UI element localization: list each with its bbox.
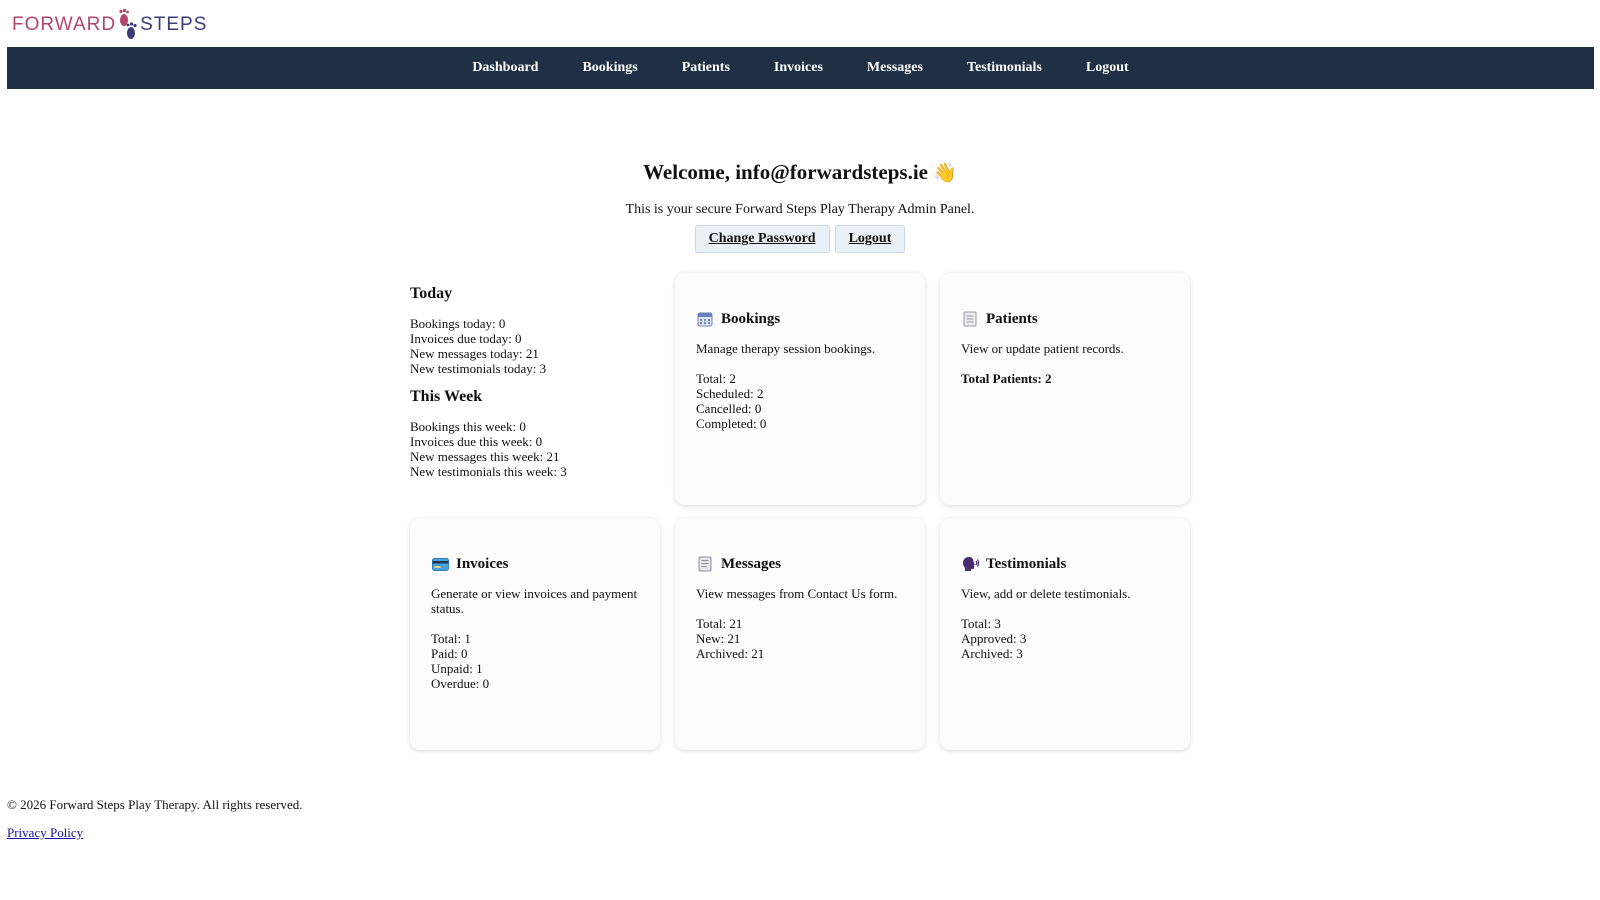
- stat-line: Invoices due today: 0: [410, 331, 522, 346]
- stat-line: Bookings today: 0: [410, 316, 506, 331]
- nav-invoices[interactable]: Invoices: [774, 60, 823, 76]
- footer-copyright: © 2026 Forward Steps Play Therapy. All r…: [7, 797, 303, 812]
- card-stat: Overdue: 0: [431, 676, 490, 691]
- nav-dashboard[interactable]: Dashboard: [472, 60, 538, 76]
- bookings-card-title: Bookings: [721, 310, 781, 327]
- today-heading: Today: [410, 285, 453, 302]
- stat-line: New messages today: 21: [410, 346, 539, 361]
- nav-patients[interactable]: Patients: [682, 60, 730, 76]
- brand-word-forward: FORWARD: [12, 14, 117, 35]
- nav-testimonials[interactable]: Testimonials: [967, 60, 1042, 76]
- card-stat: Unpaid: 1: [431, 661, 483, 676]
- testimonials-card-title: Testimonials: [986, 555, 1067, 572]
- speaking-head-icon: [961, 556, 979, 572]
- testimonials-card[interactable]: Testimonials View, add or delete testimo…: [940, 518, 1190, 750]
- stat-line: New messages this week: 21: [410, 449, 560, 464]
- patients-card-title: Patients: [986, 310, 1038, 327]
- card-stat: New: 21: [696, 631, 741, 646]
- week-stats: Bookings this week: 0 Invoices due this …: [410, 419, 655, 479]
- card-stat: Total: 2: [696, 371, 736, 386]
- invoices-card[interactable]: Invoices Generate or view invoices and p…: [410, 518, 660, 750]
- card-description: View, add or delete testimonials.: [961, 586, 1131, 601]
- week-heading: This Week: [410, 388, 483, 405]
- invoices-card-title: Invoices: [456, 555, 509, 572]
- card-stat: Completed: 0: [696, 416, 767, 431]
- account-actions: Change Password Logout: [0, 225, 1600, 253]
- card-stat: Archived: 3: [961, 646, 1023, 661]
- brand-logo[interactable]: FORWARD STEPS: [12, 8, 207, 42]
- stat-line: New testimonials this week: 3: [410, 464, 567, 479]
- total-patients: Total Patients: 2: [961, 371, 1052, 386]
- stat-line: Bookings this week: 0: [410, 419, 526, 434]
- privacy-policy-link[interactable]: Privacy Policy: [7, 825, 83, 841]
- card-title: Messages: [696, 556, 905, 572]
- bookings-card[interactable]: Bookings Manage therapy session bookings…: [675, 273, 925, 505]
- calendar-icon: [696, 311, 714, 327]
- welcome-heading: Welcome, info@forwardsteps.ie 👋: [0, 160, 1600, 185]
- card-title: Bookings: [696, 311, 905, 327]
- card-description: View messages from Contact Us form.: [696, 586, 898, 601]
- card-stat: Total: 3: [961, 616, 1001, 631]
- summary-panel: Today Bookings today: 0 Invoices due tod…: [410, 286, 655, 492]
- card-stat: Total: 1: [431, 631, 471, 646]
- card-description: View or update patient records.: [961, 341, 1124, 356]
- card-stat: Scheduled: 2: [696, 386, 764, 401]
- waving-hand-icon: 👋: [933, 162, 957, 184]
- scroll-icon: [696, 556, 714, 572]
- stat-line: Invoices due this week: 0: [410, 434, 543, 449]
- nav-logout[interactable]: Logout: [1086, 60, 1129, 76]
- brand-word-steps: STEPS: [140, 14, 208, 35]
- messages-card-title: Messages: [721, 555, 781, 572]
- footprints-icon: [119, 8, 137, 39]
- document-icon: [961, 311, 979, 327]
- nav-messages[interactable]: Messages: [867, 60, 923, 76]
- change-password-button[interactable]: Change Password: [694, 225, 830, 253]
- stat-line: New testimonials today: 3: [410, 361, 547, 376]
- logout-button[interactable]: Logout: [834, 225, 906, 253]
- card-description: Generate or view invoices and payment st…: [431, 586, 638, 616]
- card-stat: Total: 21: [696, 616, 743, 631]
- admin-subtitle: This is your secure Forward Steps Play T…: [625, 202, 975, 217]
- patients-card[interactable]: Patients View or update patient records.…: [940, 273, 1190, 505]
- nav-bookings[interactable]: Bookings: [582, 60, 637, 76]
- card-stat: Cancelled: 0: [696, 401, 762, 416]
- today-stats: Bookings today: 0 Invoices due today: 0 …: [410, 316, 655, 376]
- card-stat: Approved: 3: [961, 631, 1027, 646]
- main-navbar: Dashboard Bookings Patients Invoices Mes…: [7, 47, 1594, 89]
- card-title: Invoices: [431, 556, 640, 572]
- card-title: Patients: [961, 311, 1170, 327]
- card-stat: Archived: 21: [696, 646, 765, 661]
- card-title: Testimonials: [961, 556, 1170, 572]
- card-description: Manage therapy session bookings.: [696, 341, 876, 356]
- welcome-text: Welcome, info@forwardsteps.ie: [643, 160, 928, 184]
- card-stat: Paid: 0: [431, 646, 468, 661]
- credit-card-icon: [431, 556, 449, 572]
- messages-card[interactable]: Messages View messages from Contact Us f…: [675, 518, 925, 750]
